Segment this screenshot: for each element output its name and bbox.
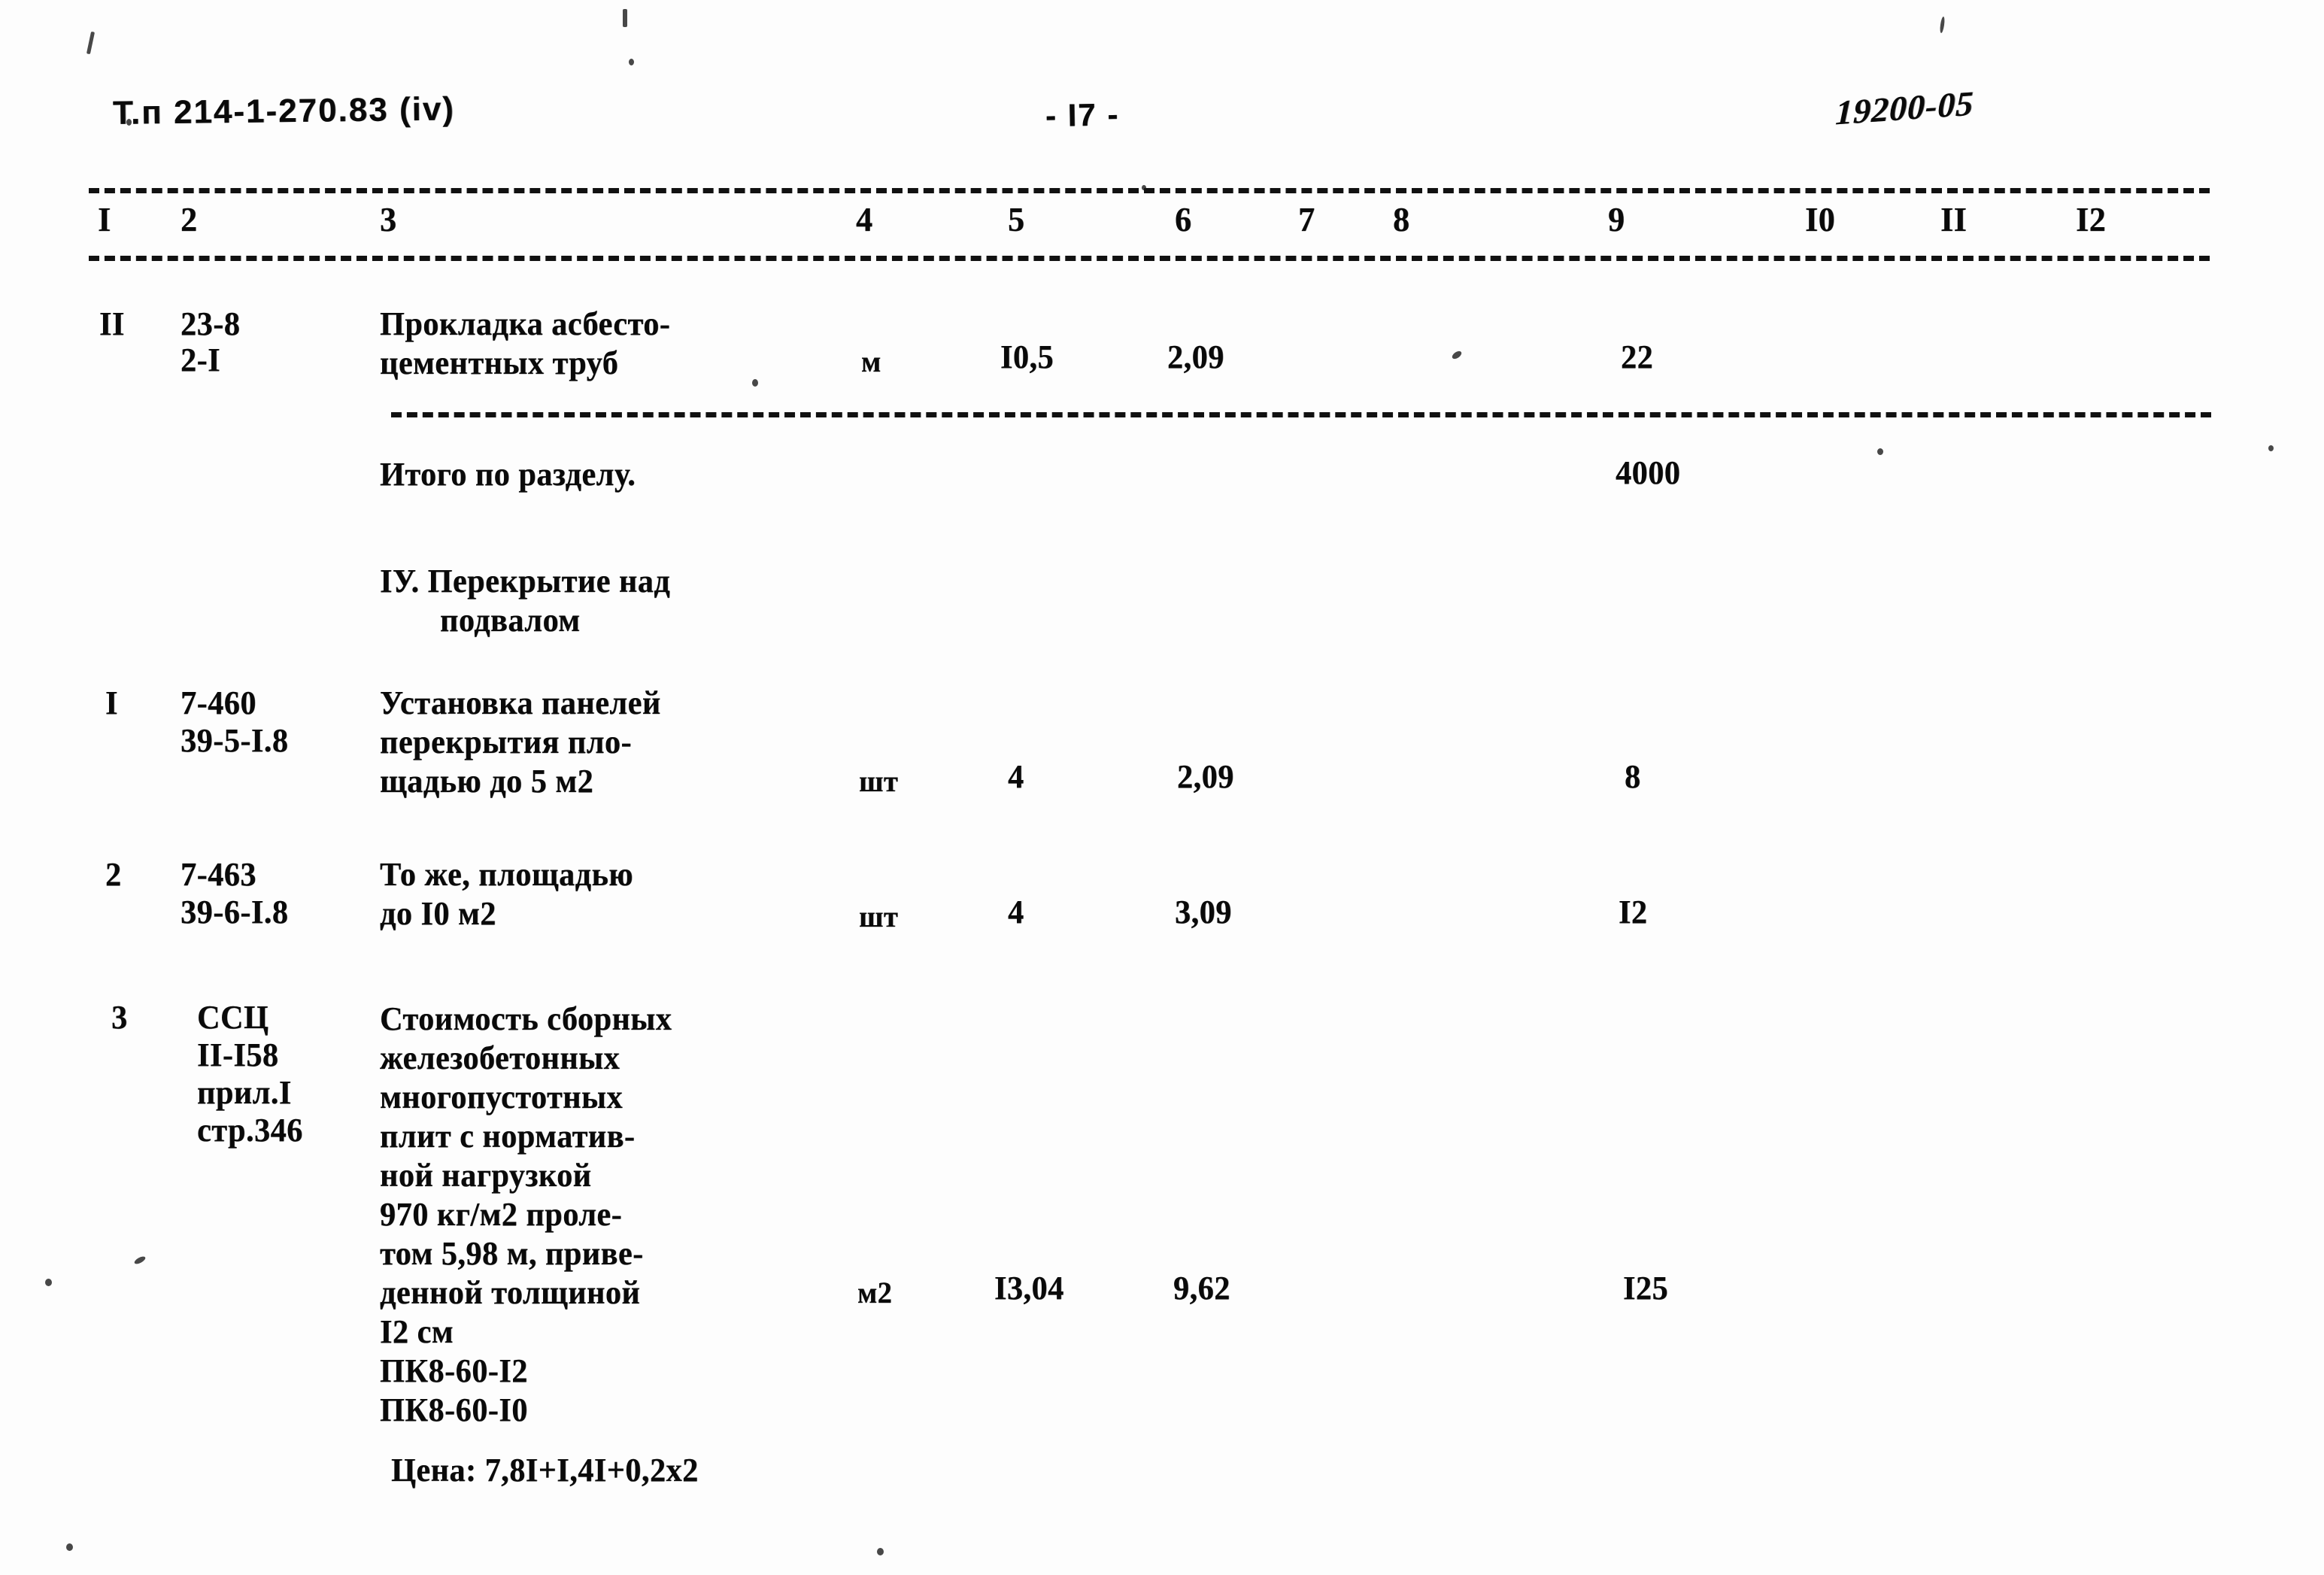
row-unit: шт <box>859 900 899 933</box>
scan-speck <box>877 1548 884 1555</box>
row-price: 9,62 <box>1173 1270 1230 1306</box>
row-unit: м <box>861 344 881 378</box>
table-row: 3 <box>111 999 128 1036</box>
row-total: I2 <box>1619 894 1648 930</box>
row-total: 22 <box>1621 338 1654 375</box>
scanned-page: Т.п 214-1-270.83 (iv) - I7 - 19200-05 I … <box>0 0 2324 1575</box>
row-unit: м2 <box>857 1276 893 1309</box>
scan-speck <box>1939 16 1946 34</box>
row-description-line: I2 см <box>380 1313 454 1350</box>
sheet-code-handwritten: 19200-05 <box>1834 83 1975 132</box>
price-note: Цена: 7,8I+I,4I+0,2x2 <box>391 1452 699 1489</box>
row-description-line: Стоимость сборных <box>380 1000 672 1037</box>
table-row: II <box>99 305 125 342</box>
column-header-4: 4 <box>856 200 873 238</box>
row-quantity: I0,5 <box>1000 338 1054 375</box>
row-code-line: 7-463 <box>181 856 256 893</box>
column-header-9: 9 <box>1608 200 1625 238</box>
subtotal-label: Итого по разделу. <box>380 456 636 493</box>
row-price: 3,09 <box>1175 894 1232 930</box>
scan-speck <box>1877 448 1883 455</box>
row-description-line: Установка панелей <box>380 684 661 721</box>
row-description-line: том 5,98 м, приве- <box>380 1235 644 1272</box>
section-heading-line: подвалом <box>440 602 581 639</box>
scan-speck <box>629 59 634 65</box>
column-header-6: 6 <box>1175 200 1192 238</box>
column-header-12: I2 <box>2076 200 2107 238</box>
row-price: 2,09 <box>1177 758 1234 795</box>
row-description-line: щадью до 5 м2 <box>380 763 594 800</box>
table-rule-top <box>89 188 2210 193</box>
row-quantity: 4 <box>1008 758 1024 795</box>
row-description-line: ной нагрузкой <box>380 1157 592 1194</box>
section-heading-line: IУ. Перекрытие над <box>380 563 671 599</box>
column-header-8: 8 <box>1393 200 1410 238</box>
column-header-7: 7 <box>1298 200 1315 238</box>
row-code-line: прил.I <box>197 1074 292 1111</box>
row-code-line: II-I58 <box>197 1036 279 1073</box>
column-header-11: II <box>1940 200 1968 238</box>
scan-speck <box>66 1543 73 1551</box>
row-quantity: I3,04 <box>994 1270 1064 1306</box>
table-row: I <box>105 684 118 721</box>
row-description-line: цементных труб <box>380 344 619 381</box>
row-description-line: до I0 м2 <box>380 895 496 932</box>
row-description-line: 970 кг/м2 проле- <box>380 1196 623 1233</box>
row-code-line: 2-I <box>181 341 221 378</box>
scan-speck <box>1142 185 1146 190</box>
row-code-line: ССЦ <box>197 999 269 1036</box>
row-quantity: 4 <box>1008 894 1024 930</box>
table-row: 2 <box>105 856 122 893</box>
row-description-line: железобетонных <box>380 1039 620 1076</box>
scan-speck <box>133 1255 147 1266</box>
row-total: 8 <box>1625 758 1641 795</box>
page-number: - I7 - <box>1045 96 1120 133</box>
row-code-line: 7-460 <box>181 684 256 721</box>
row-code-line: 23-8 <box>181 305 241 342</box>
scan-speck <box>86 31 96 55</box>
row-price: 2,09 <box>1167 338 1224 375</box>
column-header-10: I0 <box>1805 200 1836 238</box>
scan-speck <box>45 1279 52 1286</box>
scan-speck <box>623 9 627 27</box>
row-description-line: денной толщиной <box>380 1274 641 1311</box>
row-description-line: перекрытия пло- <box>380 724 633 760</box>
scan-speck <box>1450 349 1464 361</box>
row-description-line: ПК8-60-I2 <box>380 1352 528 1389</box>
row-description-line: То же, площадью <box>380 856 634 893</box>
row-description-line: Прокладка асбесто- <box>380 305 671 342</box>
scan-speck <box>752 379 758 387</box>
row-description-line: многопустотных <box>380 1079 623 1115</box>
column-header-3: 3 <box>380 200 397 238</box>
document-series-code: Т.п 214-1-270.83 (iv) <box>112 90 456 132</box>
column-header-5: 5 <box>1008 200 1025 238</box>
row-code-line: 39-5-I.8 <box>181 722 289 759</box>
column-header-2: 2 <box>181 200 198 238</box>
column-header-1: I <box>98 200 111 238</box>
row-description-line: плит с норматив- <box>380 1118 636 1155</box>
table-rule-after-row <box>391 412 2211 417</box>
row-unit: шт <box>859 764 899 798</box>
row-code-line: стр.346 <box>197 1112 303 1149</box>
row-total: I25 <box>1623 1270 1669 1306</box>
table-rule-under-header <box>89 256 2210 261</box>
row-code-line: 39-6-I.8 <box>181 894 289 930</box>
row-description-line: ПК8-60-I0 <box>380 1391 528 1428</box>
scan-speck <box>126 119 132 126</box>
scan-speck <box>2268 445 2274 451</box>
subtotal-total: 4000 <box>1616 454 1681 491</box>
